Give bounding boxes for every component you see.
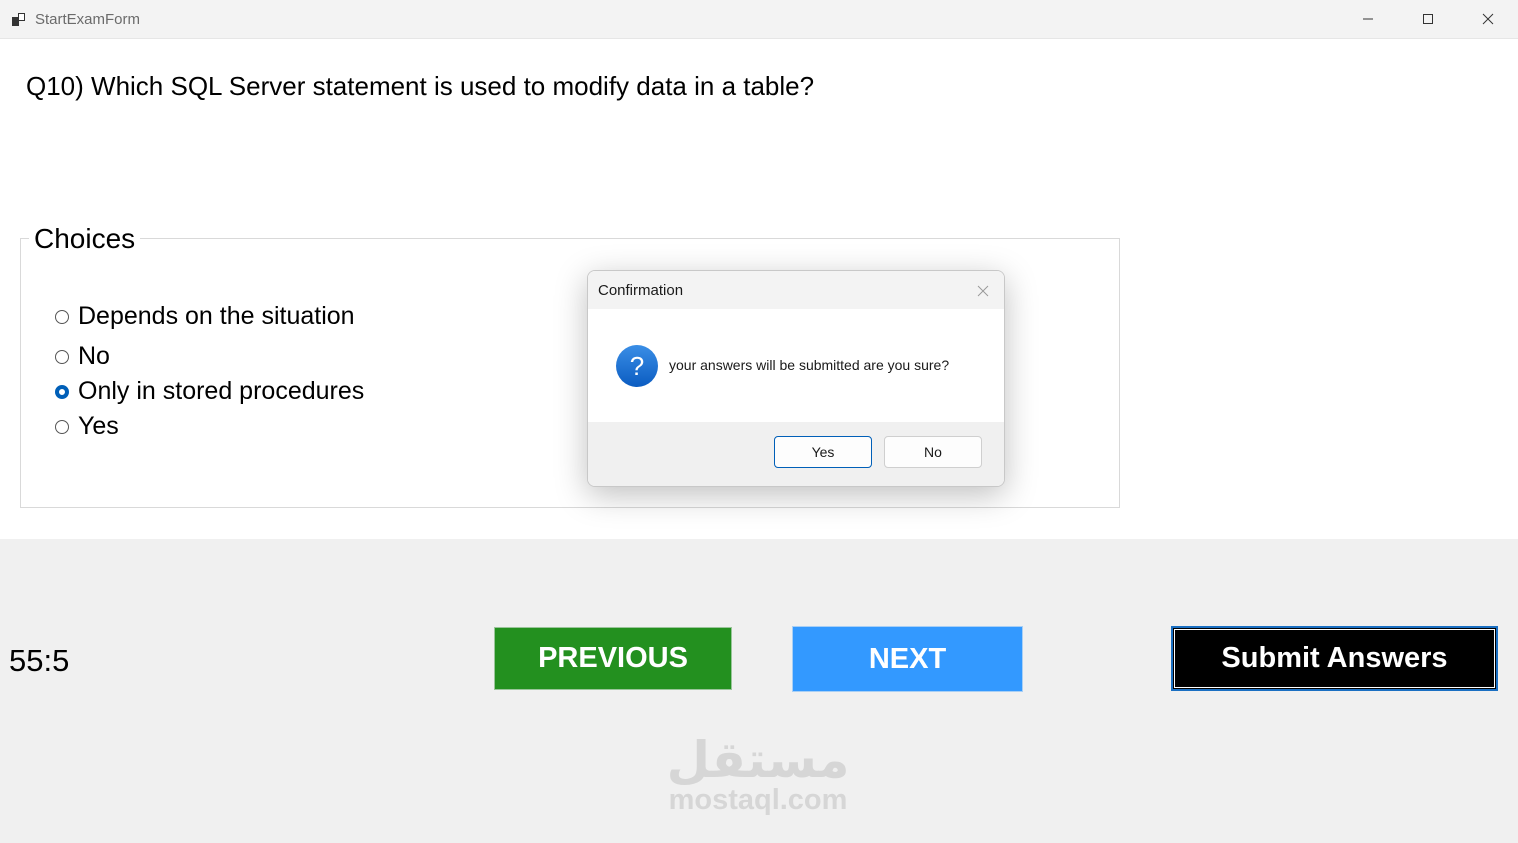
maximize-icon [1423,14,1433,24]
next-button[interactable]: NEXT [792,626,1023,692]
watermark-latin: mostaql.com [668,784,848,816]
dialog-title: Confirmation [598,282,684,299]
choice-option-3[interactable]: Only in stored procedures [55,377,364,406]
previous-button[interactable]: PREVIOUS [494,627,732,690]
app-form-icon [12,13,25,26]
question-icon: ? [616,345,658,387]
choice-option-2[interactable]: No [55,342,110,371]
choices-legend: Choices [29,223,141,255]
radio-button[interactable] [55,419,69,434]
close-icon [977,285,989,297]
choice-label: No [78,342,110,370]
radio-button[interactable] [55,349,69,364]
dialog-no-button[interactable]: No [884,436,982,468]
choice-label: Only in stored procedures [78,377,365,405]
minimize-button[interactable] [1338,0,1398,38]
countdown-timer: 55:5 [9,643,70,678]
maximize-button[interactable] [1398,0,1458,38]
window-title: StartExamForm [35,11,141,28]
radio-button[interactable] [55,309,69,324]
close-button[interactable] [1458,0,1518,38]
choice-option-1[interactable]: Depends on the situation [55,302,355,331]
confirmation-dialog: Confirmation ? your answers will be subm… [587,270,1005,487]
dialog-close-button[interactable] [968,279,998,303]
submit-answers-button[interactable]: Submit Answers [1171,626,1498,691]
dialog-yes-button[interactable]: Yes [774,436,872,468]
question-text: Q10) Which SQL Server statement is used … [26,71,815,101]
dialog-titlebar: Confirmation [588,271,1004,309]
radio-button-selected[interactable] [55,384,69,399]
choice-label: Yes [78,412,119,440]
window-titlebar: StartExamForm [0,0,1518,39]
choice-option-4[interactable]: Yes [55,412,119,441]
svg-text:?: ? [630,351,644,381]
minimize-icon [1363,18,1373,20]
close-icon [1482,13,1494,25]
watermark-arabic: مستقل [666,731,850,789]
dialog-message: your answers will be submitted are you s… [669,357,950,373]
choice-label: Depends on the situation [78,302,355,330]
watermark-logo: مستقل mostaql.com [658,735,858,815]
